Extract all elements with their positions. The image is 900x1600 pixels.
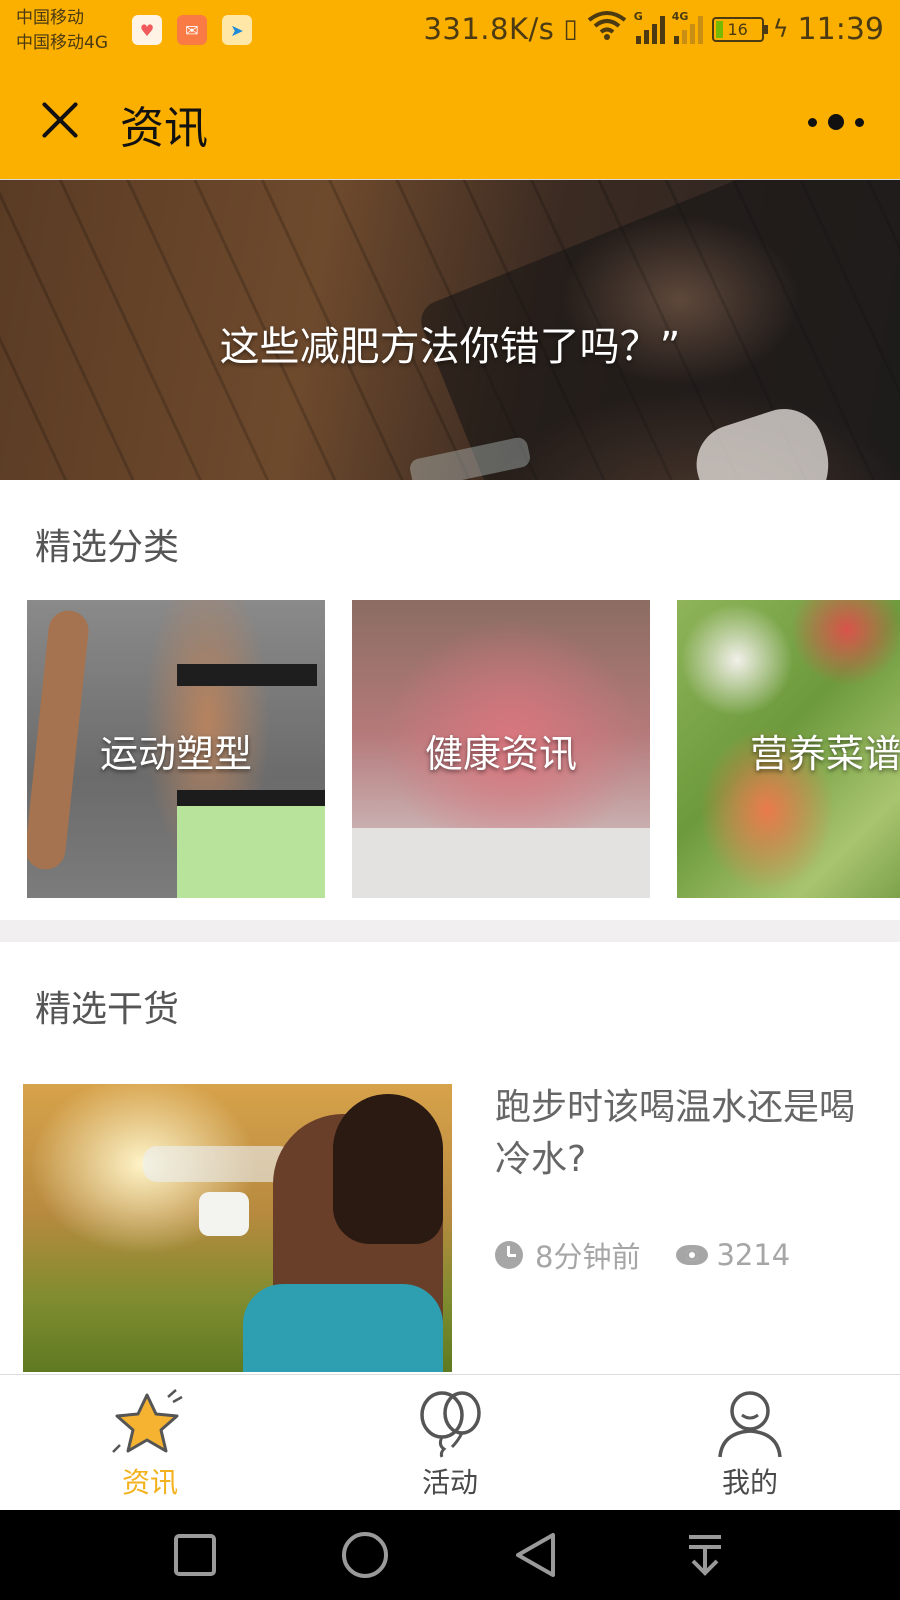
- card-photo-shorts: [177, 790, 325, 898]
- status-right: 331.8K/s ▯ G 4G 16 ϟ 11:39: [423, 10, 884, 48]
- article-thumbnail[interactable]: [23, 1084, 452, 1372]
- mail-app-icon: ✉: [177, 15, 207, 45]
- home-button[interactable]: [305, 1510, 425, 1600]
- more-options-icon[interactable]: [808, 108, 864, 136]
- category-carousel[interactable]: 运动塑型 健康资讯 营养菜谱: [27, 600, 900, 898]
- thumb-wristband: [199, 1192, 249, 1236]
- card-photo-sports-bra: [177, 664, 317, 686]
- featured-title: 精选干货: [35, 989, 180, 1030]
- carrier-1: 中国移动: [16, 8, 84, 28]
- signal-tag-2: 4G: [671, 10, 689, 23]
- category-label: 健康资讯: [424, 732, 577, 776]
- banner-caption: 这些减肥方法你错了吗？”: [219, 324, 681, 370]
- thumb-runner-top: [243, 1284, 443, 1372]
- tab-news[interactable]: 资讯: [0, 1375, 300, 1511]
- category-label: 营养菜谱: [749, 732, 900, 776]
- carrier-2: 中国移动4G: [16, 33, 108, 53]
- card-photo-floor: [352, 828, 650, 898]
- article-title[interactable]: 跑步时该喝温水还是喝冷水?: [495, 1082, 885, 1186]
- notification-pulldown-button[interactable]: [645, 1510, 765, 1600]
- categories-title: 精选分类: [35, 527, 180, 568]
- vibrate-icon: ▯: [563, 14, 578, 44]
- category-card-recipes[interactable]: 营养菜谱: [677, 600, 900, 898]
- network-speed: 331.8K/s: [423, 12, 555, 46]
- signal-icon-2: 4G: [672, 10, 703, 44]
- square-icon: [174, 1534, 216, 1576]
- article-time: 8分钟前: [535, 1240, 641, 1274]
- carrier-info: 中国移动 中国移动4G: [16, 6, 108, 56]
- wifi-icon: [587, 10, 627, 48]
- thumb-water-bottle: [143, 1146, 293, 1182]
- close-icon[interactable]: [34, 94, 86, 146]
- page-title: 资讯: [120, 103, 208, 154]
- category-card-health[interactable]: 健康资讯: [352, 600, 650, 898]
- pulldown-icon: [689, 1535, 721, 1576]
- clock-time: 11:39: [797, 11, 884, 47]
- tab-profile[interactable]: 我的: [600, 1375, 900, 1511]
- thumb-runner-hair: [333, 1094, 443, 1244]
- category-label: 运动塑型: [99, 732, 252, 776]
- article-item[interactable]: 跑步时该喝温水还是喝冷水? 8分钟前 3214: [0, 1082, 900, 1372]
- charging-icon: ϟ: [772, 15, 789, 43]
- health-app-icon: ♥: [132, 15, 162, 45]
- promo-banner[interactable]: 这些减肥方法你错了吗？”: [0, 180, 900, 480]
- recent-apps-button[interactable]: [135, 1510, 255, 1600]
- triangle-back-icon: [516, 1533, 555, 1577]
- signal-tag-1: G: [633, 10, 643, 23]
- notification-icons: ♥ ✉ ➤: [132, 15, 252, 45]
- tab-activities[interactable]: 活动: [300, 1375, 600, 1511]
- article-meta: 8分钟前 3214: [495, 1234, 790, 1276]
- balloons-icon: [420, 1391, 481, 1458]
- category-card-fitness[interactable]: 运动塑型: [27, 600, 325, 898]
- article-views: 3214: [716, 1238, 791, 1272]
- signal-icon-1: G: [634, 10, 665, 44]
- paper-plane-icon: ➤: [222, 15, 252, 45]
- tab-label: 资讯: [121, 1466, 178, 1499]
- status-bar: 中国移动 中国移动4G ♥ ✉ ➤ 331.8K/s ▯ G 4G 16 ϟ 1…: [0, 0, 900, 62]
- star-icon: [112, 1389, 183, 1453]
- section-divider: [0, 920, 900, 942]
- eye-icon: [676, 1245, 709, 1265]
- tab-label: 我的: [721, 1466, 778, 1499]
- battery-icon: 16: [711, 16, 768, 42]
- back-button[interactable]: [475, 1510, 595, 1600]
- tab-label: 活动: [421, 1466, 478, 1499]
- bottom-tab-bar: 资讯 活动 我的: [0, 1374, 900, 1510]
- app-screen: 中国移动 中国移动4G ♥ ✉ ➤ 331.8K/s ▯ G 4G 16 ϟ 1…: [0, 0, 900, 1600]
- system-nav-bar: [0, 1510, 900, 1600]
- clock-icon: [495, 1241, 523, 1269]
- battery-level: 16: [727, 19, 748, 39]
- user-icon: [718, 1391, 782, 1458]
- app-header: 资讯: [0, 62, 900, 180]
- circle-icon: [342, 1532, 388, 1578]
